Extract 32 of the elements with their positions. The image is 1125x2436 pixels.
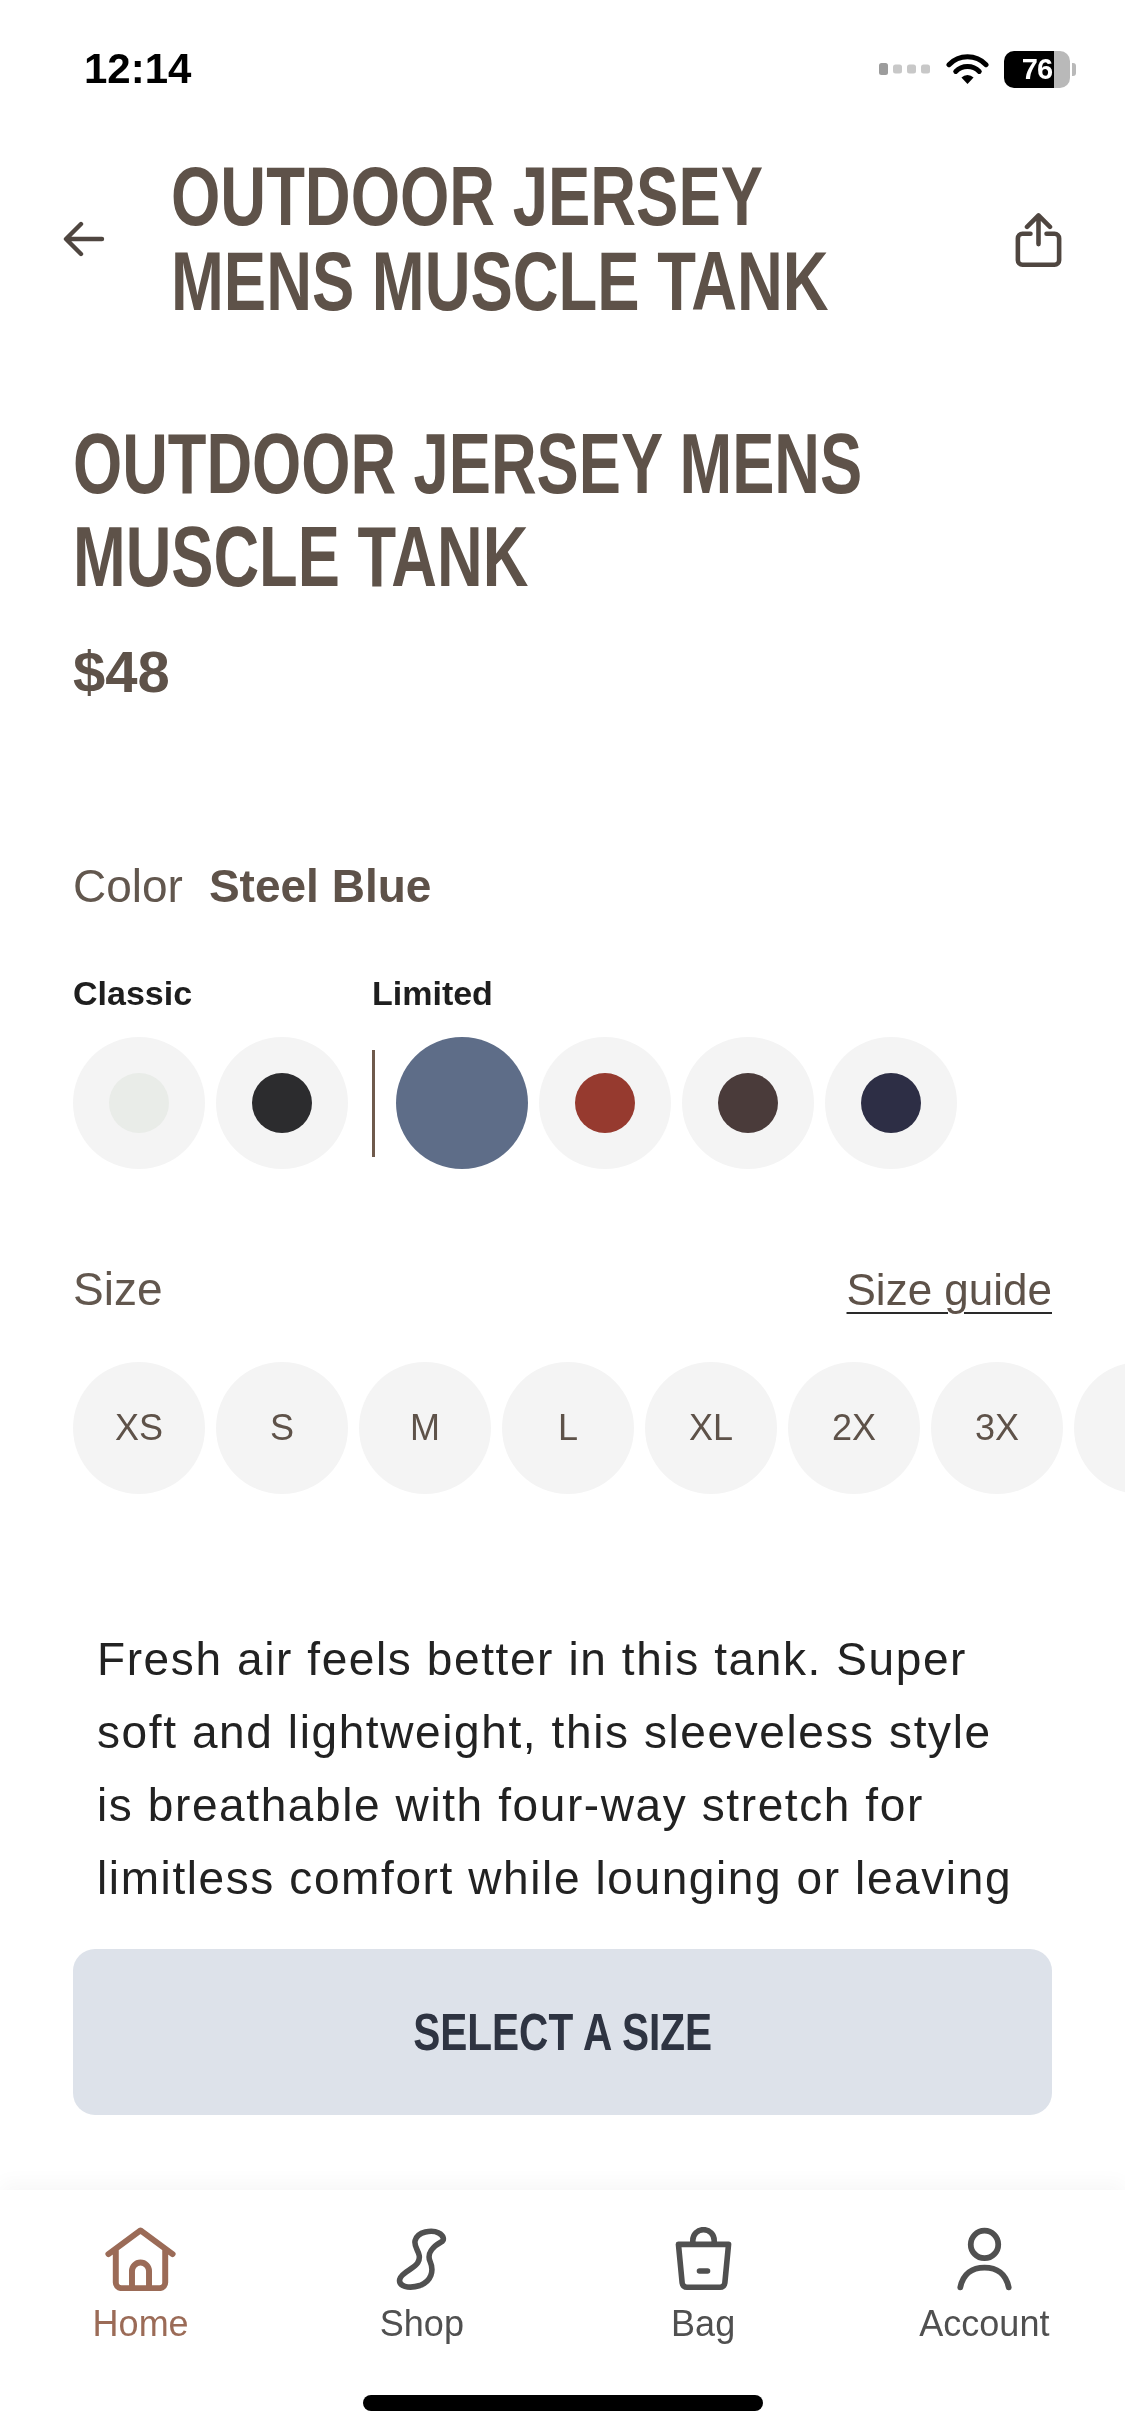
back-arrow-icon [63, 221, 105, 257]
battery-indicator: 76 [1004, 50, 1076, 88]
product-title: OUTDOOR JERSEY MENS MUSCLE TANK [73, 417, 864, 603]
product-description: Fresh air feels better in this tank. Super soft and lightweight, this sleeveless style is breathable with four-way stretch for limitless comfort while lounging or leaving [97, 1632, 1014, 1906]
color-group-label: Limited [372, 973, 493, 1013]
shopping-bag-icon [673, 2227, 733, 2291]
person-icon [956, 2227, 1012, 2291]
color-label: Color [73, 859, 183, 913]
size-option[interactable]: XL [645, 1362, 777, 1494]
size-option[interactable]: S [216, 1362, 348, 1494]
wifi-icon [946, 53, 989, 85]
share-icon [1014, 211, 1062, 267]
nav-tab[interactable]: Shop [379, 2227, 464, 2345]
squiggle-icon [395, 2227, 449, 2291]
nav-tab[interactable]: Account [919, 2227, 1050, 2345]
size-label: Size [73, 1262, 163, 1316]
nav-tab[interactable]: Bag [671, 2227, 736, 2345]
select-size-button[interactable]: SELECT A SIZE [73, 1949, 1052, 2115]
house-icon [105, 2227, 177, 2291]
color-group-label: Classic [73, 973, 193, 1013]
nav-tab[interactable]: Home [92, 2227, 189, 2345]
size-option[interactable]: 3X [931, 1362, 1063, 1494]
selected-color-name: Steel Blue [208, 859, 432, 913]
size-option[interactable]: XS [73, 1362, 205, 1494]
product-price: $48 [73, 640, 170, 704]
size-guide-link[interactable]: Size guide [846, 1263, 1052, 1317]
size-option[interactable]: 2X [788, 1362, 920, 1494]
size-option[interactable]: L [502, 1362, 634, 1494]
header-title: OUTDOOR JERSEY MENS MUSCLE TANK [171, 154, 830, 324]
signal-icon [879, 63, 931, 75]
size-option[interactable]: M [359, 1362, 491, 1494]
status-time: 12:14 [84, 46, 192, 92]
